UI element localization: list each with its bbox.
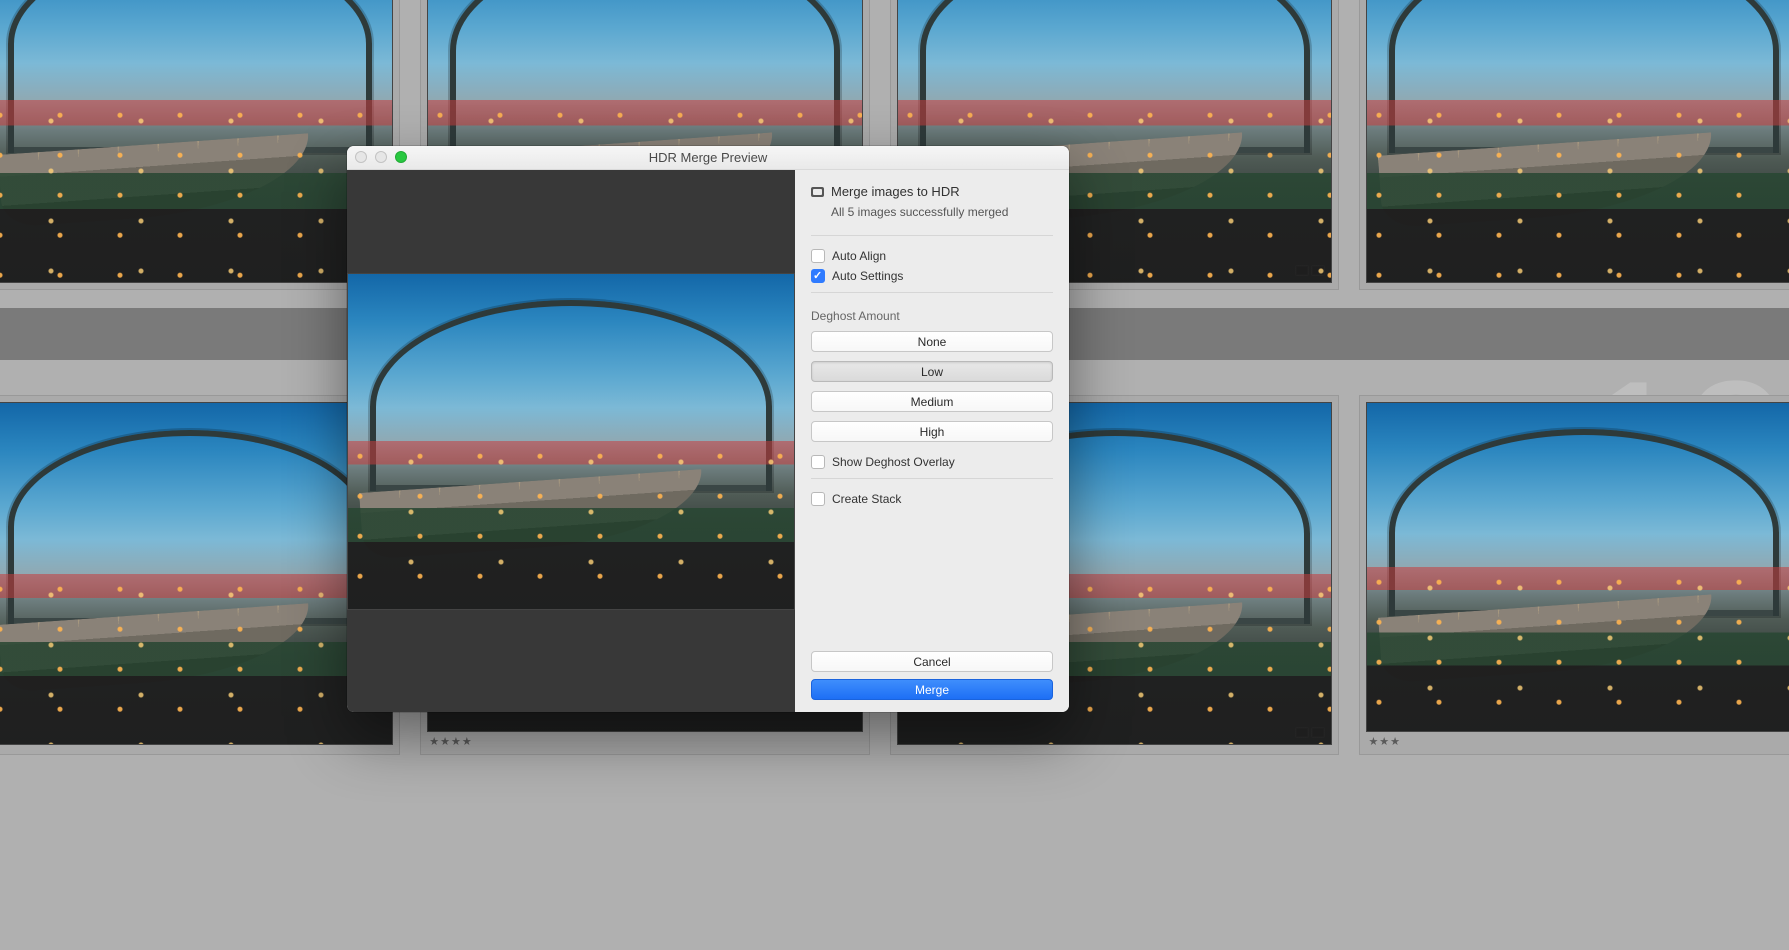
thumbnail-cell[interactable]: ★★★ bbox=[1359, 395, 1789, 755]
auto-align-row[interactable]: Auto Align bbox=[811, 249, 1053, 263]
photo-thumbnail bbox=[0, 402, 393, 745]
dialog-titlebar[interactable]: HDR Merge Preview bbox=[347, 146, 1069, 170]
cancel-button[interactable]: Cancel bbox=[811, 651, 1053, 672]
create-stack-row[interactable]: Create Stack bbox=[811, 492, 1053, 506]
rating-stars bbox=[0, 745, 393, 748]
deghost-section-label: Deghost Amount bbox=[811, 309, 1053, 323]
show-deghost-overlay-label: Show Deghost Overlay bbox=[832, 455, 955, 469]
rating-stars bbox=[897, 745, 1333, 748]
preview-pane[interactable] bbox=[347, 170, 795, 712]
rating-stars: ★★★ bbox=[1366, 732, 1789, 748]
thumbnail-cell[interactable] bbox=[0, 0, 400, 290]
window-zoom-button[interactable] bbox=[395, 151, 407, 163]
auto-settings-label: Auto Settings bbox=[832, 269, 903, 283]
window-minimize-button[interactable] bbox=[375, 151, 387, 163]
create-stack-label: Create Stack bbox=[832, 492, 901, 506]
hdr-merge-preview-dialog: HDR Merge Preview Merge images to HDR Al… bbox=[347, 146, 1069, 712]
thumbnail-cell[interactable] bbox=[0, 395, 400, 755]
photo-thumbnail bbox=[1366, 0, 1789, 283]
show-deghost-overlay-checkbox[interactable] bbox=[811, 455, 825, 469]
divider bbox=[811, 235, 1053, 236]
deghost-none-button[interactable]: None bbox=[811, 331, 1053, 352]
photo-thumbnail bbox=[1366, 402, 1789, 732]
dialog-title: HDR Merge Preview bbox=[347, 150, 1069, 165]
rating-stars: ★★★★ bbox=[427, 732, 863, 748]
auto-settings-row[interactable]: Auto Settings bbox=[811, 269, 1053, 283]
window-close-button[interactable] bbox=[355, 151, 367, 163]
window-controls bbox=[355, 151, 407, 163]
deghost-medium-button[interactable]: Medium bbox=[811, 391, 1053, 412]
show-deghost-overlay-row[interactable]: Show Deghost Overlay bbox=[811, 455, 1053, 469]
divider bbox=[811, 478, 1053, 479]
merge-header-title: Merge images to HDR bbox=[831, 184, 960, 199]
merge-button[interactable]: Merge bbox=[811, 679, 1053, 700]
thumbnail-cell[interactable] bbox=[1359, 0, 1789, 290]
divider bbox=[811, 292, 1053, 293]
deghost-high-button[interactable]: High bbox=[811, 421, 1053, 442]
merge-header-subtitle: All 5 images successfully merged bbox=[811, 205, 1053, 219]
auto-settings-checkbox[interactable] bbox=[811, 269, 825, 283]
options-panel: Merge images to HDR All 5 images success… bbox=[795, 170, 1069, 712]
photo-thumbnail bbox=[0, 0, 393, 283]
dialog-body: Merge images to HDR All 5 images success… bbox=[347, 170, 1069, 712]
deghost-low-button[interactable]: Low bbox=[811, 361, 1053, 382]
hdr-preview-image bbox=[347, 273, 795, 610]
auto-align-checkbox[interactable] bbox=[811, 249, 825, 263]
hdr-icon bbox=[811, 187, 824, 197]
auto-align-label: Auto Align bbox=[832, 249, 886, 263]
create-stack-checkbox[interactable] bbox=[811, 492, 825, 506]
